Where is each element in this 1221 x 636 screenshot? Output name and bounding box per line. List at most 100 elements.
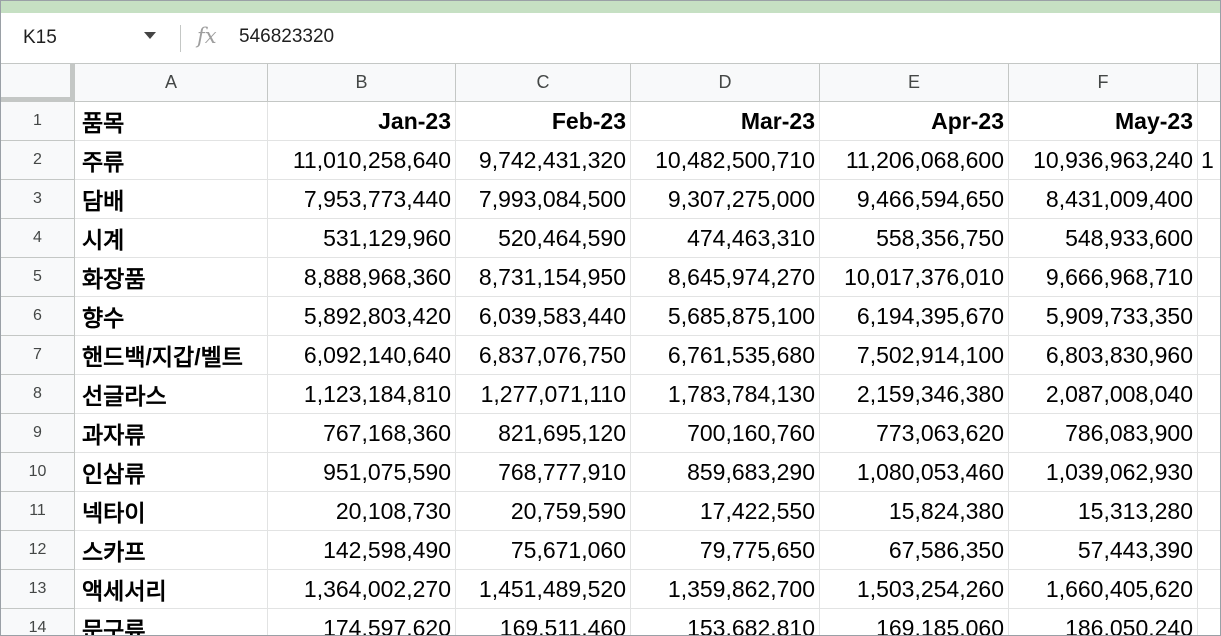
value-cell[interactable]: 5,909,733,350 xyxy=(1009,297,1198,336)
freeze-handle-vertical[interactable] xyxy=(70,63,74,101)
value-cell[interactable]: 6,803,830,960 xyxy=(1009,336,1198,375)
column-header-b[interactable]: B xyxy=(268,64,456,102)
row-header[interactable]: 7 xyxy=(1,336,75,375)
freeze-handle-horizontal[interactable] xyxy=(1,97,75,101)
value-cell[interactable]: 558,356,750 xyxy=(820,219,1009,258)
value-cell[interactable]: 6,837,076,750 xyxy=(456,336,631,375)
value-cell[interactable]: 786,083,900 xyxy=(1009,414,1198,453)
overflow-cell[interactable]: 1 xyxy=(1198,141,1220,180)
overflow-cell[interactable] xyxy=(1198,414,1220,453)
column-header-c[interactable]: C xyxy=(456,64,631,102)
item-name-cell[interactable]: 화장품 xyxy=(75,258,268,297)
row-header[interactable]: 12 xyxy=(1,531,75,570)
row-header[interactable]: 11 xyxy=(1,492,75,531)
value-cell[interactable]: 20,759,590 xyxy=(456,492,631,531)
value-cell[interactable]: 951,075,590 xyxy=(268,453,456,492)
overflow-cell[interactable] xyxy=(1198,336,1220,375)
overflow-cell[interactable] xyxy=(1198,219,1220,258)
item-name-cell[interactable]: 주류 xyxy=(75,141,268,180)
month-header-cell[interactable]: Apr-23 xyxy=(820,102,1009,141)
value-cell[interactable]: 520,464,590 xyxy=(456,219,631,258)
row-header[interactable]: 13 xyxy=(1,570,75,609)
month-header-cell[interactable]: May-23 xyxy=(1009,102,1198,141)
value-cell[interactable]: 186,050,240 xyxy=(1009,609,1198,635)
item-name-cell[interactable]: 문구류 xyxy=(75,609,268,635)
value-cell[interactable]: 1,364,002,270 xyxy=(268,570,456,609)
value-cell[interactable]: 6,194,395,670 xyxy=(820,297,1009,336)
column-header-g[interactable] xyxy=(1198,64,1220,102)
value-cell[interactable]: 11,206,068,600 xyxy=(820,141,1009,180)
value-cell[interactable]: 859,683,290 xyxy=(631,453,820,492)
value-cell[interactable]: 2,159,346,380 xyxy=(820,375,1009,414)
value-cell[interactable]: 9,466,594,650 xyxy=(820,180,1009,219)
item-name-cell[interactable]: 품목 xyxy=(75,102,268,141)
overflow-cell[interactable] xyxy=(1198,297,1220,336)
value-cell[interactable]: 15,824,380 xyxy=(820,492,1009,531)
item-name-cell[interactable]: 스카프 xyxy=(75,531,268,570)
value-cell[interactable]: 79,775,650 xyxy=(631,531,820,570)
value-cell[interactable]: 11,010,258,640 xyxy=(268,141,456,180)
value-cell[interactable]: 174,597,620 xyxy=(268,609,456,635)
value-cell[interactable]: 5,685,875,100 xyxy=(631,297,820,336)
value-cell[interactable]: 9,742,431,320 xyxy=(456,141,631,180)
select-all-corner[interactable] xyxy=(1,63,75,102)
overflow-cell[interactable] xyxy=(1198,609,1220,635)
value-cell[interactable]: 1,660,405,620 xyxy=(1009,570,1198,609)
row-header[interactable]: 14 xyxy=(1,609,75,635)
value-cell[interactable]: 1,783,784,130 xyxy=(631,375,820,414)
value-cell[interactable]: 1,451,489,520 xyxy=(456,570,631,609)
value-cell[interactable]: 17,422,550 xyxy=(631,492,820,531)
item-name-cell[interactable]: 인삼류 xyxy=(75,453,268,492)
month-header-cell[interactable]: Jan-23 xyxy=(268,102,456,141)
value-cell[interactable]: 142,598,490 xyxy=(268,531,456,570)
value-cell[interactable]: 1,080,053,460 xyxy=(820,453,1009,492)
value-cell[interactable]: 700,160,760 xyxy=(631,414,820,453)
value-cell[interactable]: 1,359,862,700 xyxy=(631,570,820,609)
value-cell[interactable]: 1,123,184,810 xyxy=(268,375,456,414)
value-cell[interactable]: 768,777,910 xyxy=(456,453,631,492)
overflow-cell[interactable] xyxy=(1198,492,1220,531)
column-header-a[interactable]: A xyxy=(75,64,268,102)
row-header[interactable]: 10 xyxy=(1,453,75,492)
value-cell[interactable]: 169,185,060 xyxy=(820,609,1009,635)
column-header-f[interactable]: F xyxy=(1009,64,1198,102)
value-cell[interactable]: 474,463,310 xyxy=(631,219,820,258)
value-cell[interactable]: 821,695,120 xyxy=(456,414,631,453)
item-name-cell[interactable]: 시계 xyxy=(75,219,268,258)
item-name-cell[interactable]: 액세서리 xyxy=(75,570,268,609)
item-name-cell[interactable]: 넥타이 xyxy=(75,492,268,531)
value-cell[interactable]: 1,277,071,110 xyxy=(456,375,631,414)
overflow-cell[interactable] xyxy=(1198,531,1220,570)
value-cell[interactable]: 531,129,960 xyxy=(268,219,456,258)
value-cell[interactable]: 169,511,460 xyxy=(456,609,631,635)
value-cell[interactable]: 9,307,275,000 xyxy=(631,180,820,219)
overflow-cell[interactable] xyxy=(1198,258,1220,297)
value-cell[interactable]: 67,586,350 xyxy=(820,531,1009,570)
row-header[interactable]: 4 xyxy=(1,219,75,258)
row-header[interactable]: 8 xyxy=(1,375,75,414)
value-cell[interactable]: 5,892,803,420 xyxy=(268,297,456,336)
value-cell[interactable]: 1,503,254,260 xyxy=(820,570,1009,609)
item-name-cell[interactable]: 선글라스 xyxy=(75,375,268,414)
value-cell[interactable]: 8,888,968,360 xyxy=(268,258,456,297)
formula-input[interactable]: 546823320 xyxy=(239,26,334,48)
value-cell[interactable]: 1,039,062,930 xyxy=(1009,453,1198,492)
value-cell[interactable]: 548,933,600 xyxy=(1009,219,1198,258)
column-header-e[interactable]: E xyxy=(820,64,1009,102)
value-cell[interactable]: 6,092,140,640 xyxy=(268,336,456,375)
month-header-cell[interactable]: Mar-23 xyxy=(631,102,820,141)
value-cell[interactable]: 10,482,500,710 xyxy=(631,141,820,180)
overflow-cell[interactable] xyxy=(1198,375,1220,414)
value-cell[interactable]: 20,108,730 xyxy=(268,492,456,531)
value-cell[interactable]: 6,761,535,680 xyxy=(631,336,820,375)
overflow-cell[interactable] xyxy=(1198,180,1220,219)
value-cell[interactable]: 8,731,154,950 xyxy=(456,258,631,297)
value-cell[interactable]: 10,936,963,240 xyxy=(1009,141,1198,180)
row-header[interactable]: 6 xyxy=(1,297,75,336)
item-name-cell[interactable]: 핸드백/지갑/벨트 xyxy=(75,336,268,375)
row-header[interactable]: 2 xyxy=(1,141,75,180)
value-cell[interactable]: 773,063,620 xyxy=(820,414,1009,453)
overflow-cell[interactable] xyxy=(1198,570,1220,609)
item-name-cell[interactable]: 향수 xyxy=(75,297,268,336)
value-cell[interactable]: 7,502,914,100 xyxy=(820,336,1009,375)
